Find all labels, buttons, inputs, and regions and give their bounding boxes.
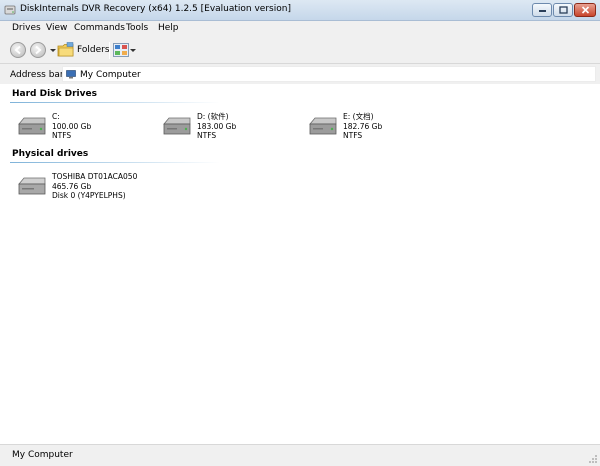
folder-icon <box>57 42 74 57</box>
disk-id: Disk 0 (Y4PYELPHS) <box>52 191 126 200</box>
close-button[interactable] <box>574 3 596 17</box>
forward-arrow-icon <box>35 45 42 55</box>
hard-drive-icon <box>309 117 337 135</box>
back-button[interactable] <box>10 42 26 58</box>
drive-size: 100.00 Gb <box>52 121 92 131</box>
view-mode-button[interactable] <box>113 42 136 58</box>
minimize-button[interactable] <box>532 3 552 17</box>
window-title: DiskInternals DVR Recovery (x64) 1.2.5 [… <box>20 4 291 14</box>
address-value: My Computer <box>80 70 141 80</box>
drive-filesystem: NTFS <box>52 131 72 140</box>
maximize-icon <box>558 6 568 14</box>
status-text: My Computer <box>12 450 73 460</box>
title-bar[interactable]: DiskInternals DVR Recovery (x64) 1.2.5 [… <box>0 0 600 21</box>
computer-icon <box>66 70 76 79</box>
drive-model: TOSHIBA DT01ACA050 <box>52 172 138 181</box>
physical-drive-item[interactable]: TOSHIBA DT01ACA050 465.76 Gb Disk 0 (Y4P… <box>16 172 196 208</box>
hard-drive-icon <box>18 117 46 135</box>
drive-name: E: (文档) <box>343 112 374 121</box>
drive-size: 183.00 Gb <box>197 121 237 131</box>
hard-drive-icon <box>163 117 191 135</box>
section-divider <box>10 162 220 163</box>
address-bar: Address bar: My Computer <box>0 64 600 84</box>
history-dropdown-icon[interactable] <box>50 49 56 52</box>
menu-drives[interactable]: Drives <box>12 23 41 33</box>
drive-item-c[interactable]: C: 100.00 Gb NTFS <box>16 112 156 148</box>
physical-drive-info: TOSHIBA DT01ACA050 465.76 Gb Disk 0 (Y4P… <box>52 172 137 201</box>
back-arrow-icon <box>14 45 21 55</box>
view-dropdown-icon <box>130 49 136 52</box>
drive-size: 465.76 Gb <box>52 181 92 191</box>
resize-grip-icon[interactable] <box>588 454 598 464</box>
drive-info: E: (文档) 182.76 Gb NTFS <box>343 112 382 141</box>
close-icon <box>581 6 589 14</box>
drive-info: C: 100.00 Gb NTFS <box>52 112 91 141</box>
maximize-button[interactable] <box>553 3 573 17</box>
address-label: Address bar: <box>10 70 67 80</box>
drive-name: C: <box>52 112 60 121</box>
drive-item-e[interactable]: E: (文档) 182.76 Gb NTFS <box>307 112 447 148</box>
drive-filesystem: NTFS <box>197 131 217 140</box>
menu-view[interactable]: View <box>46 23 67 33</box>
section-physical-drives: Physical drives <box>12 149 89 159</box>
menu-tools[interactable]: Tools <box>126 23 148 33</box>
section-divider <box>10 102 220 103</box>
menu-help[interactable]: Help <box>158 23 179 33</box>
app-icon <box>4 5 16 15</box>
menu-commands[interactable]: Commands <box>74 23 125 33</box>
drive-info: D: (软件) 183.00 Gb NTFS <box>197 112 236 141</box>
drive-filesystem: NTFS <box>343 131 363 140</box>
menu-bar: Drives View Commands Tools Help <box>0 21 600 37</box>
folders-button[interactable]: Folders <box>57 41 110 60</box>
minimize-icon <box>538 10 546 12</box>
view-mode-icon <box>113 43 129 57</box>
drive-item-d[interactable]: D: (软件) 183.00 Gb NTFS <box>161 112 301 148</box>
drive-list-pane[interactable]: Hard Disk Drives C: 100.00 Gb NTFS D: (软… <box>0 84 600 444</box>
section-hard-disk-drives: Hard Disk Drives <box>12 89 97 99</box>
physical-drive-icon <box>18 177 46 195</box>
toolbar: Folders <box>0 37 600 64</box>
status-bar: My Computer <box>0 444 600 466</box>
folders-label: Folders <box>77 45 110 55</box>
toolbar-separator <box>109 42 110 59</box>
forward-button[interactable] <box>30 42 46 58</box>
drive-name: D: (软件) <box>197 112 229 121</box>
address-field[interactable]: My Computer <box>62 66 596 82</box>
drive-size: 182.76 Gb <box>343 121 383 131</box>
